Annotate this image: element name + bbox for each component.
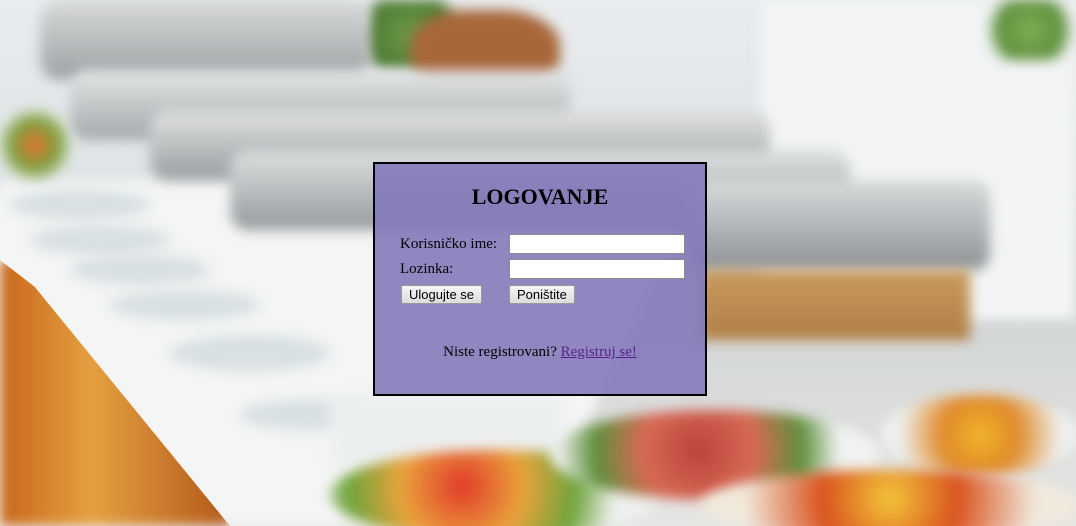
background-chafing-dish (40, 0, 370, 80)
background-food-tray (700, 270, 970, 340)
username-input[interactable] (509, 234, 685, 254)
background-plate (170, 335, 330, 371)
background-plate (10, 190, 150, 220)
background-plate (110, 290, 260, 320)
background-plate (30, 225, 170, 255)
background-chafing-dish (690, 180, 990, 270)
background-food-plate (0, 110, 70, 180)
register-link[interactable]: Registruj se! (561, 344, 637, 360)
password-input[interactable] (509, 259, 685, 279)
register-line: Niste registrovani? Registruj se! (375, 344, 705, 361)
login-button[interactable]: Ulogujte se (401, 285, 483, 304)
username-label: Korisničko ime: (400, 236, 498, 252)
reset-button[interactable]: Poništite (509, 285, 575, 304)
login-title: LOGOVANJE (471, 184, 609, 209)
register-prompt: Niste registrovani? (443, 344, 557, 360)
background-food-plate (880, 395, 1076, 475)
login-form: LOGOVANJE Korisničko ime: Lozinka: Ulogu… (373, 162, 707, 396)
password-label: Lozinka: (400, 261, 454, 277)
background-plant (980, 0, 1076, 60)
background-plate (70, 255, 210, 285)
